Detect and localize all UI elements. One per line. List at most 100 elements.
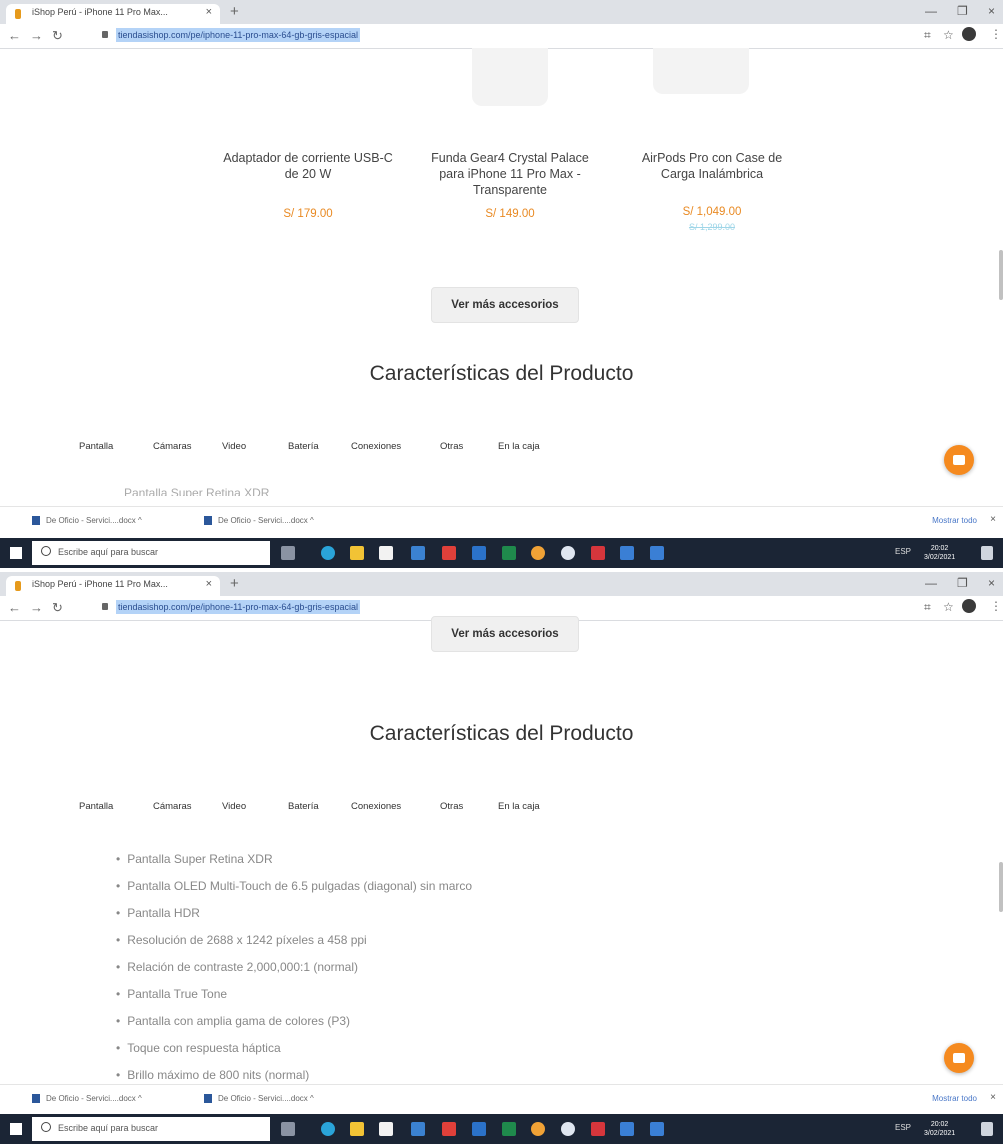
app-icon[interactable]: [650, 546, 664, 560]
notifications-icon[interactable]: [981, 546, 993, 560]
forward-arrow-icon[interactable]: →: [30, 600, 43, 615]
store-icon[interactable]: [379, 1122, 393, 1136]
product-image[interactable]: [472, 48, 548, 106]
file-explorer-icon[interactable]: [350, 546, 364, 560]
acrobat-icon[interactable]: [442, 1122, 456, 1136]
windows-start-icon[interactable]: [10, 547, 22, 559]
clock[interactable]: 20:02 3/02/2021: [924, 1120, 955, 1138]
minimize-icon[interactable]: —: [925, 576, 937, 590]
close-icon[interactable]: ×: [990, 1092, 996, 1103]
restore-icon[interactable]: ❐: [957, 576, 968, 590]
tab-camaras[interactable]: Cámaras: [153, 801, 192, 812]
close-icon[interactable]: ×: [990, 514, 996, 525]
tab-otras[interactable]: Otras: [440, 441, 463, 452]
tab-video[interactable]: Video: [222, 801, 246, 812]
show-all-downloads-link[interactable]: Mostrar todo: [932, 516, 977, 525]
app-icon[interactable]: [561, 1122, 575, 1136]
chrome-icon[interactable]: [531, 546, 545, 560]
show-all-downloads-link[interactable]: Mostrar todo: [932, 1094, 977, 1103]
qr-icon[interactable]: ⌗: [924, 600, 931, 615]
browser-tab[interactable]: iShop Perú - iPhone 11 Pro Max... ×: [6, 4, 220, 24]
qr-icon[interactable]: ⌗: [924, 28, 931, 43]
tab-pantalla[interactable]: Pantalla: [79, 801, 113, 812]
word-icon[interactable]: [472, 546, 486, 560]
omnibox[interactable]: tiendasishop.com/pe/iphone-11-pro-max-64…: [100, 27, 900, 45]
tab-camaras[interactable]: Cámaras: [153, 441, 192, 452]
download-item[interactable]: De Oficio - Servici....docx ^: [204, 1094, 314, 1104]
notifications-icon[interactable]: [981, 1122, 993, 1136]
tab-bateria[interactable]: Batería: [288, 441, 319, 452]
download-item[interactable]: De Oficio - Servici....docx ^: [204, 516, 314, 526]
chat-button[interactable]: [944, 1043, 974, 1073]
reload-icon[interactable]: ↻: [52, 28, 63, 44]
chrome-icon[interactable]: [531, 1122, 545, 1136]
product-image[interactable]: [653, 48, 749, 94]
excel-icon[interactable]: [502, 1122, 516, 1136]
chat-button[interactable]: [944, 445, 974, 475]
back-arrow-icon[interactable]: ←: [8, 28, 21, 43]
task-view-icon[interactable]: [281, 546, 295, 560]
tab-video[interactable]: Video: [222, 441, 246, 452]
app-icon[interactable]: [620, 1122, 634, 1136]
star-icon[interactable]: ☆: [943, 600, 954, 614]
scrollbar-thumb[interactable]: [999, 250, 1003, 300]
new-tab-icon[interactable]: +: [230, 575, 239, 592]
star-icon[interactable]: ☆: [943, 28, 954, 42]
app-icon[interactable]: [411, 1122, 425, 1136]
app-icon[interactable]: [650, 1122, 664, 1136]
profile-icon[interactable]: [962, 27, 976, 41]
close-icon[interactable]: ×: [206, 6, 212, 18]
window-close-icon[interactable]: ×: [988, 576, 995, 590]
tab-en-la-caja[interactable]: En la caja: [498, 801, 540, 812]
word-doc-icon: [204, 1094, 212, 1104]
tab-otras[interactable]: Otras: [440, 801, 463, 812]
edge-icon[interactable]: [321, 1122, 335, 1136]
tab-pantalla[interactable]: Pantalla: [79, 441, 113, 452]
taskbar-search[interactable]: Escribe aquí para buscar: [32, 541, 270, 565]
tab-conexiones[interactable]: Conexiones: [351, 441, 401, 452]
scrollbar-thumb[interactable]: [999, 862, 1003, 912]
product-name[interactable]: Funda Gear4 Crystal Palace para iPhone 1…: [425, 150, 595, 198]
word-icon[interactable]: [472, 1122, 486, 1136]
menu-icon[interactable]: ⋮: [990, 27, 1002, 41]
more-accessories-button[interactable]: Ver más accesorios: [431, 287, 579, 323]
taskbar-search[interactable]: Escribe aquí para buscar: [32, 1117, 270, 1141]
restore-icon[interactable]: ❐: [957, 4, 968, 18]
back-arrow-icon[interactable]: ←: [8, 600, 21, 615]
download-item[interactable]: De Oficio - Servici....docx ^: [32, 516, 142, 526]
download-item[interactable]: De Oficio - Servici....docx ^: [32, 1094, 142, 1104]
close-icon[interactable]: ×: [206, 578, 212, 590]
reload-icon[interactable]: ↻: [52, 600, 63, 616]
store-icon[interactable]: [379, 546, 393, 560]
language-indicator[interactable]: ESP: [895, 1123, 911, 1132]
more-accessories-button[interactable]: Ver más accesorios: [431, 616, 579, 652]
menu-icon[interactable]: ⋮: [990, 599, 1002, 613]
excel-icon[interactable]: [502, 546, 516, 560]
url-text[interactable]: tiendasishop.com/pe/iphone-11-pro-max-64…: [116, 600, 360, 614]
url-text[interactable]: tiendasishop.com/pe/iphone-11-pro-max-64…: [116, 28, 360, 42]
app-icon[interactable]: [411, 546, 425, 560]
security-icon[interactable]: [591, 1122, 605, 1136]
product-name[interactable]: AirPods Pro con Case de Carga Inalámbric…: [627, 150, 797, 182]
tab-conexiones[interactable]: Conexiones: [351, 801, 401, 812]
minimize-icon[interactable]: —: [925, 4, 937, 18]
security-icon[interactable]: [591, 546, 605, 560]
forward-arrow-icon[interactable]: →: [30, 28, 43, 43]
clock[interactable]: 20:02 3/02/2021: [924, 544, 955, 562]
acrobat-icon[interactable]: [442, 546, 456, 560]
file-explorer-icon[interactable]: [350, 1122, 364, 1136]
windows-start-icon[interactable]: [10, 1123, 22, 1135]
profile-icon[interactable]: [962, 599, 976, 613]
app-icon[interactable]: [561, 546, 575, 560]
tab-bateria[interactable]: Batería: [288, 801, 319, 812]
product-name[interactable]: Adaptador de corriente USB-C de 20 W: [223, 150, 393, 182]
browser-tab[interactable]: iShop Perú - iPhone 11 Pro Max... ×: [6, 576, 220, 596]
app-icon[interactable]: [620, 546, 634, 560]
window-close-icon[interactable]: ×: [988, 4, 995, 18]
language-indicator[interactable]: ESP: [895, 547, 911, 556]
edge-icon[interactable]: [321, 546, 335, 560]
task-view-icon[interactable]: [281, 1122, 295, 1136]
new-tab-icon[interactable]: +: [230, 3, 239, 20]
tab-en-la-caja[interactable]: En la caja: [498, 441, 540, 452]
omnibox[interactable]: tiendasishop.com/pe/iphone-11-pro-max-64…: [100, 599, 900, 617]
